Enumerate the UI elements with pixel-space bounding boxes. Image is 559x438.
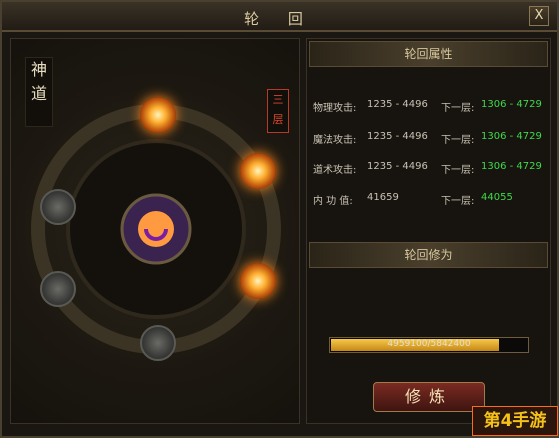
stat-value: 1235 - 4496 <box>367 131 428 142</box>
cultivate-button[interactable]: 修炼 <box>373 382 485 412</box>
stat-label: 道术攻击: <box>313 165 357 176</box>
soul-orb-left-upper[interactable] <box>40 189 76 225</box>
next-label: 下一层: <box>441 103 475 114</box>
next-label: 下一层: <box>441 165 475 176</box>
next-value: 44055 <box>481 192 513 203</box>
soul-orb-bottom[interactable] <box>140 325 176 361</box>
stat-value: 41659 <box>367 192 399 203</box>
stat-label: 物理攻击: <box>313 103 357 114</box>
next-value: 1306 - 4729 <box>481 161 542 172</box>
soul-orb-left-lower[interactable] <box>40 271 76 307</box>
next-label: 下一层: <box>441 196 475 207</box>
title-bar: 轮 回 X <box>2 2 557 32</box>
site-watermark: 第4手游 <box>472 406 558 436</box>
cultivation-header: 轮回修为 <box>309 242 548 268</box>
soul-orb-top[interactable] <box>140 97 176 133</box>
progress-text: 4959100/5842400 <box>387 339 471 349</box>
stat-label: 魔法攻击: <box>313 135 357 146</box>
cultivation-progress-bar: 4959100/5842400 <box>329 337 529 353</box>
next-label: 下一层: <box>441 135 475 146</box>
stat-label: 内 功 值: <box>313 196 353 207</box>
stat-value: 1235 - 4496 <box>367 99 428 110</box>
stats-panel: 轮回属性 物理攻击: 1235 - 4496 下一层: 1306 - 4729 … <box>306 38 551 424</box>
soul-orb-right-lower[interactable] <box>240 263 276 299</box>
reincarnation-window: 轮 回 X 神 道 三 层 轮回属性 物理攻击: 1235 - 4496 下一层… <box>0 0 559 438</box>
next-value: 1306 - 4729 <box>481 99 542 110</box>
attributes-header: 轮回属性 <box>309 41 548 67</box>
soul-orb-right-upper[interactable] <box>240 153 276 189</box>
wheel-panel: 神 道 三 层 <box>10 38 300 424</box>
stat-value: 1235 - 4496 <box>367 161 428 172</box>
next-value: 1306 - 4729 <box>481 131 542 142</box>
window-title: 轮 回 <box>244 10 315 28</box>
close-button[interactable]: X <box>529 6 549 26</box>
